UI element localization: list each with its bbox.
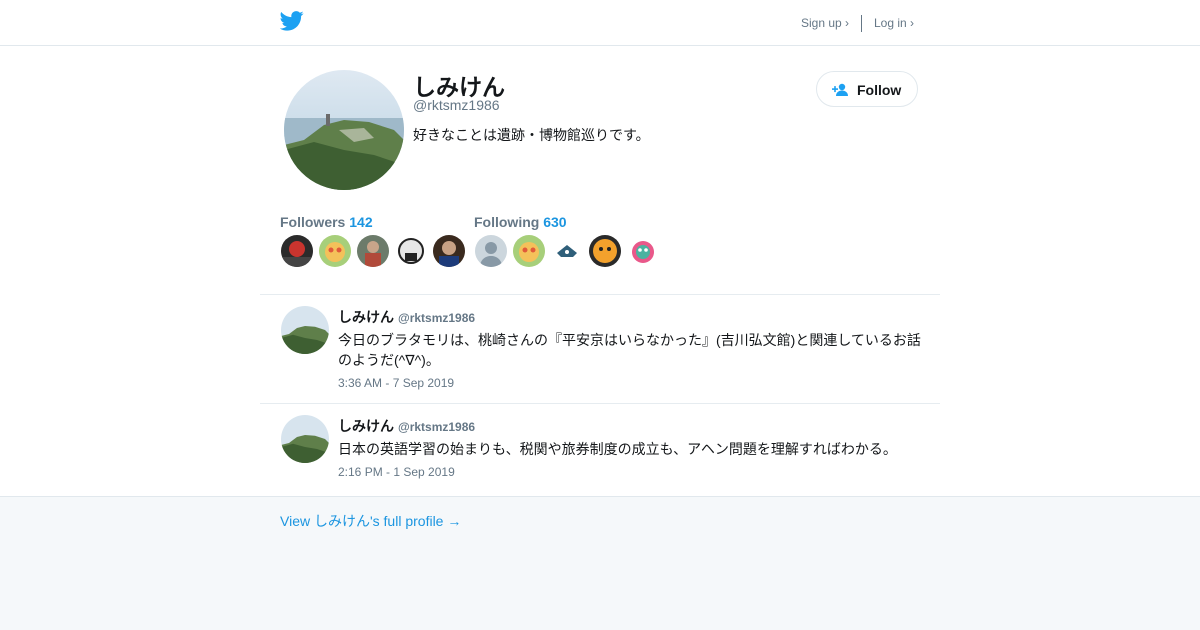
following-avatar[interactable] [475, 235, 507, 267]
followers-label: Followers [280, 214, 346, 230]
follow-label: Follow [857, 82, 902, 98]
following-avatar[interactable] [513, 235, 545, 267]
tweet-avatar[interactable] [281, 306, 329, 354]
tweet-divider [260, 403, 940, 404]
add-user-icon [832, 83, 848, 96]
following-stat[interactable]: Following 630 [474, 214, 567, 230]
header-divider [861, 15, 862, 32]
login-link[interactable]: Log in › [874, 16, 914, 30]
following-count: 630 [543, 214, 567, 230]
tweet-text: 今日のブラタモリは、桃崎さんの『平安京はいらなかった』(吉川弘文館)と関連してい… [338, 332, 921, 368]
tweet-timestamp[interactable]: 3:36 AM - 7 Sep 2019 [338, 376, 454, 390]
profile-handle: @rktsmz1986 [413, 97, 500, 113]
tweet-timestamp[interactable]: 2:16 PM - 1 Sep 2019 [338, 465, 455, 479]
top-bar: Sign up › Log in › [0, 0, 1200, 46]
following-label: Following [474, 214, 540, 230]
twitter-bird-icon[interactable] [280, 11, 304, 31]
tweet-avatar[interactable] [281, 415, 329, 463]
follower-avatar[interactable] [395, 235, 427, 267]
tweet-author[interactable]: しみけん @rktsmz1986 [338, 416, 475, 436]
following-avatar[interactable] [627, 235, 659, 267]
tweet-author[interactable]: しみけん @rktsmz1986 [338, 307, 475, 327]
tweet-author-name: しみけん [338, 309, 394, 325]
followers-count: 142 [349, 214, 373, 230]
signup-link[interactable]: Sign up › [801, 16, 849, 30]
follower-avatar[interactable] [281, 235, 313, 267]
following-avatar[interactable] [551, 235, 583, 267]
follow-button[interactable]: Follow [816, 71, 918, 107]
follower-avatar[interactable] [319, 235, 351, 267]
tweet-text: 日本の英語学習の始まりも、税関や旅券制度の成立も、アヘン問題を理解すればわかる。 [338, 441, 897, 457]
tweet-author-handle: @rktsmz1986 [398, 311, 476, 325]
tweet-author-handle: @rktsmz1986 [398, 420, 476, 434]
full-profile-link[interactable]: View しみけん's full profile → [280, 511, 461, 531]
profile-avatar[interactable] [284, 70, 404, 190]
following-avatar[interactable] [589, 235, 621, 267]
profile-bio: 好きなことは遺跡・博物館巡りです。 [413, 127, 650, 143]
follower-avatar[interactable] [433, 235, 465, 267]
follower-avatar[interactable] [357, 235, 389, 267]
followers-stat[interactable]: Followers 142 [280, 214, 373, 230]
section-divider [260, 294, 940, 295]
tweet-author-name: しみけん [338, 418, 394, 434]
profile-card: しみけん @rktsmz1986 好きなことは遺跡・博物館巡りです。 Follo… [0, 46, 1200, 497]
